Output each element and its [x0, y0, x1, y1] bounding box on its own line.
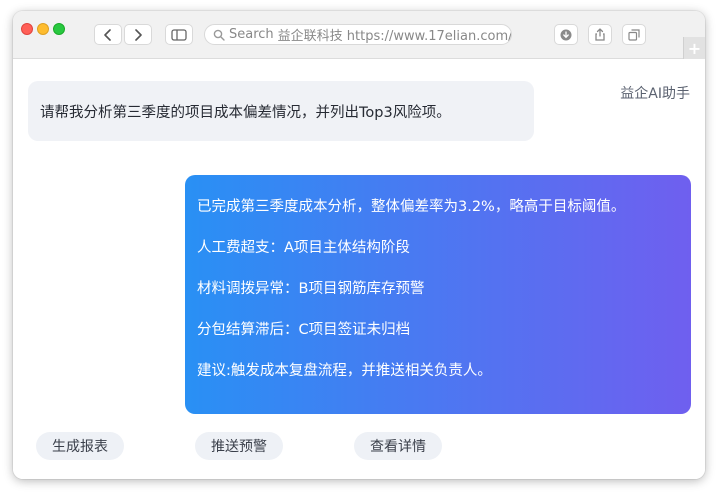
browser-window: Search 益企联科技 https://www.17elian.com/ + … [13, 11, 705, 479]
user-message-bubble: 请帮我分析第三季度的项目成本偏差情况，并列出Top3风险项。 [28, 81, 534, 141]
user-message-text: 请帮我分析第三季度的项目成本偏差情况，并列出Top3风险项。 [40, 104, 451, 121]
view-details-button[interactable]: 查看详情 [354, 432, 442, 460]
share-icon [595, 28, 605, 41]
address-search-label: Search [229, 27, 274, 42]
generate-report-button[interactable]: 生成报表 [36, 432, 124, 460]
maximize-window-button[interactable] [53, 23, 65, 35]
reply-summary: 已完成第三季度成本分析，整体偏差率为3.2%，略高于目标阈值。 [197, 199, 626, 215]
sidebar-icon [171, 28, 187, 41]
reply-risk-item: 人工费超支：A项目主体结构阶段 [197, 240, 410, 256]
share-button[interactable] [588, 24, 612, 45]
chevron-left-icon [104, 28, 111, 41]
address-url-text: 益企联科技 https://www.17elian.com/ [277, 29, 512, 44]
address-bar[interactable]: Search 益企联科技 https://www.17elian.com/ [204, 24, 512, 45]
close-window-button[interactable] [21, 23, 33, 35]
tab-overview-button[interactable] [622, 24, 646, 45]
chat-area: 益企AI助手 请帮我分析第三季度的项目成本偏差情况，并列出Top3风险项。 已完… [13, 59, 705, 479]
push-alert-button[interactable]: 推送预警 [195, 432, 283, 460]
new-tab-button[interactable]: + [683, 37, 705, 59]
minimize-window-button[interactable] [37, 23, 49, 35]
assistant-reply-bubble: 已完成第三季度成本分析，整体偏差率为3.2%，略高于目标阈值。 人工费超支：A项… [185, 175, 691, 414]
reply-risk-item: 材料调拨异常：B项目钢筋库存预警 [197, 281, 425, 297]
sidebar-toggle-button[interactable] [165, 24, 193, 45]
plus-icon: + [687, 38, 702, 58]
browser-toolbar: Search 益企联科技 https://www.17elian.com/ + [13, 11, 705, 59]
reply-risk-item: 分包结算滞后：C项目签证未归档 [197, 322, 411, 338]
assistant-name: 益企AI助手 [620, 86, 690, 102]
reply-suggestion: 建议:触发成本复盘流程，并推送相关负责人。 [197, 363, 492, 379]
tabs-icon [628, 28, 640, 41]
back-button[interactable] [94, 24, 122, 45]
download-icon [560, 29, 572, 40]
chevron-right-icon [135, 28, 142, 41]
forward-button[interactable] [124, 24, 152, 45]
search-icon [213, 29, 225, 41]
download-button[interactable] [554, 24, 578, 45]
